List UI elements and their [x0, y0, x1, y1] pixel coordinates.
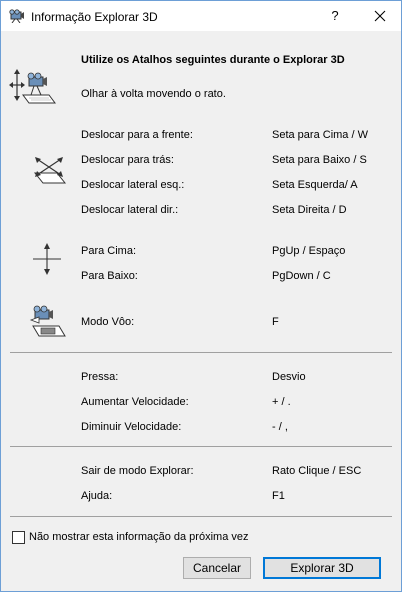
- move-arrows-plane-icon: [31, 153, 69, 190]
- rush-label: Pressa:: [81, 371, 119, 383]
- increase-speed-label: Aumentar Velocidade:: [81, 396, 189, 408]
- help-button[interactable]: ?: [319, 1, 351, 31]
- strafe-left-key: Seta Esquerda/ A: [272, 179, 358, 191]
- move-backward-label: Deslocar para trás:: [81, 154, 174, 166]
- decrease-speed-key: - / ,: [272, 421, 288, 433]
- title-bar[interactable]: Informação Explorar 3D ?: [1, 1, 401, 31]
- dialog-heading: Utilize os Atalhos seguintes durante o E…: [81, 54, 345, 66]
- decrease-speed-label: Diminuir Velocidade:: [81, 421, 182, 433]
- camera-app-icon: [8, 9, 24, 24]
- dont-show-again-label[interactable]: Não mostrar esta informação da próxima v…: [29, 531, 248, 543]
- move-forward-key: Seta para Cima / W: [272, 129, 368, 141]
- strafe-right-key: Seta Direita / D: [272, 204, 347, 216]
- window-title: Informação Explorar 3D: [31, 10, 158, 24]
- close-button[interactable]: [361, 1, 399, 31]
- strafe-right-label: Deslocar lateral dir.:: [81, 204, 179, 216]
- close-icon: [374, 10, 386, 22]
- look-around-text: Olhar à volta movendo o rato.: [81, 88, 226, 100]
- increase-speed-key: + / .: [272, 396, 291, 408]
- move-forward-label: Deslocar para a frente:: [81, 129, 193, 141]
- move-backward-key: Seta para Baixo / S: [272, 154, 367, 166]
- exit-explore-key: Rato Clique / ESC: [272, 465, 362, 477]
- separator: [10, 446, 392, 447]
- separator: [10, 516, 392, 517]
- strafe-left-label: Deslocar lateral esq.:: [81, 179, 185, 191]
- look-around-camera-icon: [9, 67, 59, 108]
- up-down-arrows-icon: [31, 243, 69, 280]
- move-up-label: Para Cima:: [81, 245, 137, 257]
- fly-camera-icon: [29, 304, 69, 341]
- cancel-button[interactable]: Cancelar: [183, 557, 251, 579]
- help-key: F1: [272, 490, 285, 502]
- move-down-key: PgDown / C: [272, 270, 331, 282]
- help-label: Ajuda:: [81, 490, 113, 502]
- explore-3d-button[interactable]: Explorar 3D: [263, 557, 381, 579]
- dialog-window: Informação Explorar 3D ? Utilize os Atal…: [0, 0, 402, 592]
- move-up-key: PgUp / Espaço: [272, 245, 346, 257]
- exit-explore-label: Sair de modo Explorar:: [81, 465, 194, 477]
- fly-mode-key: F: [272, 316, 279, 328]
- move-down-label: Para Baixo:: [81, 270, 138, 282]
- fly-mode-label: Modo Vôo:: [81, 316, 135, 328]
- separator: [10, 352, 392, 353]
- dont-show-again-checkbox[interactable]: [12, 531, 25, 544]
- rush-key: Desvio: [272, 371, 306, 383]
